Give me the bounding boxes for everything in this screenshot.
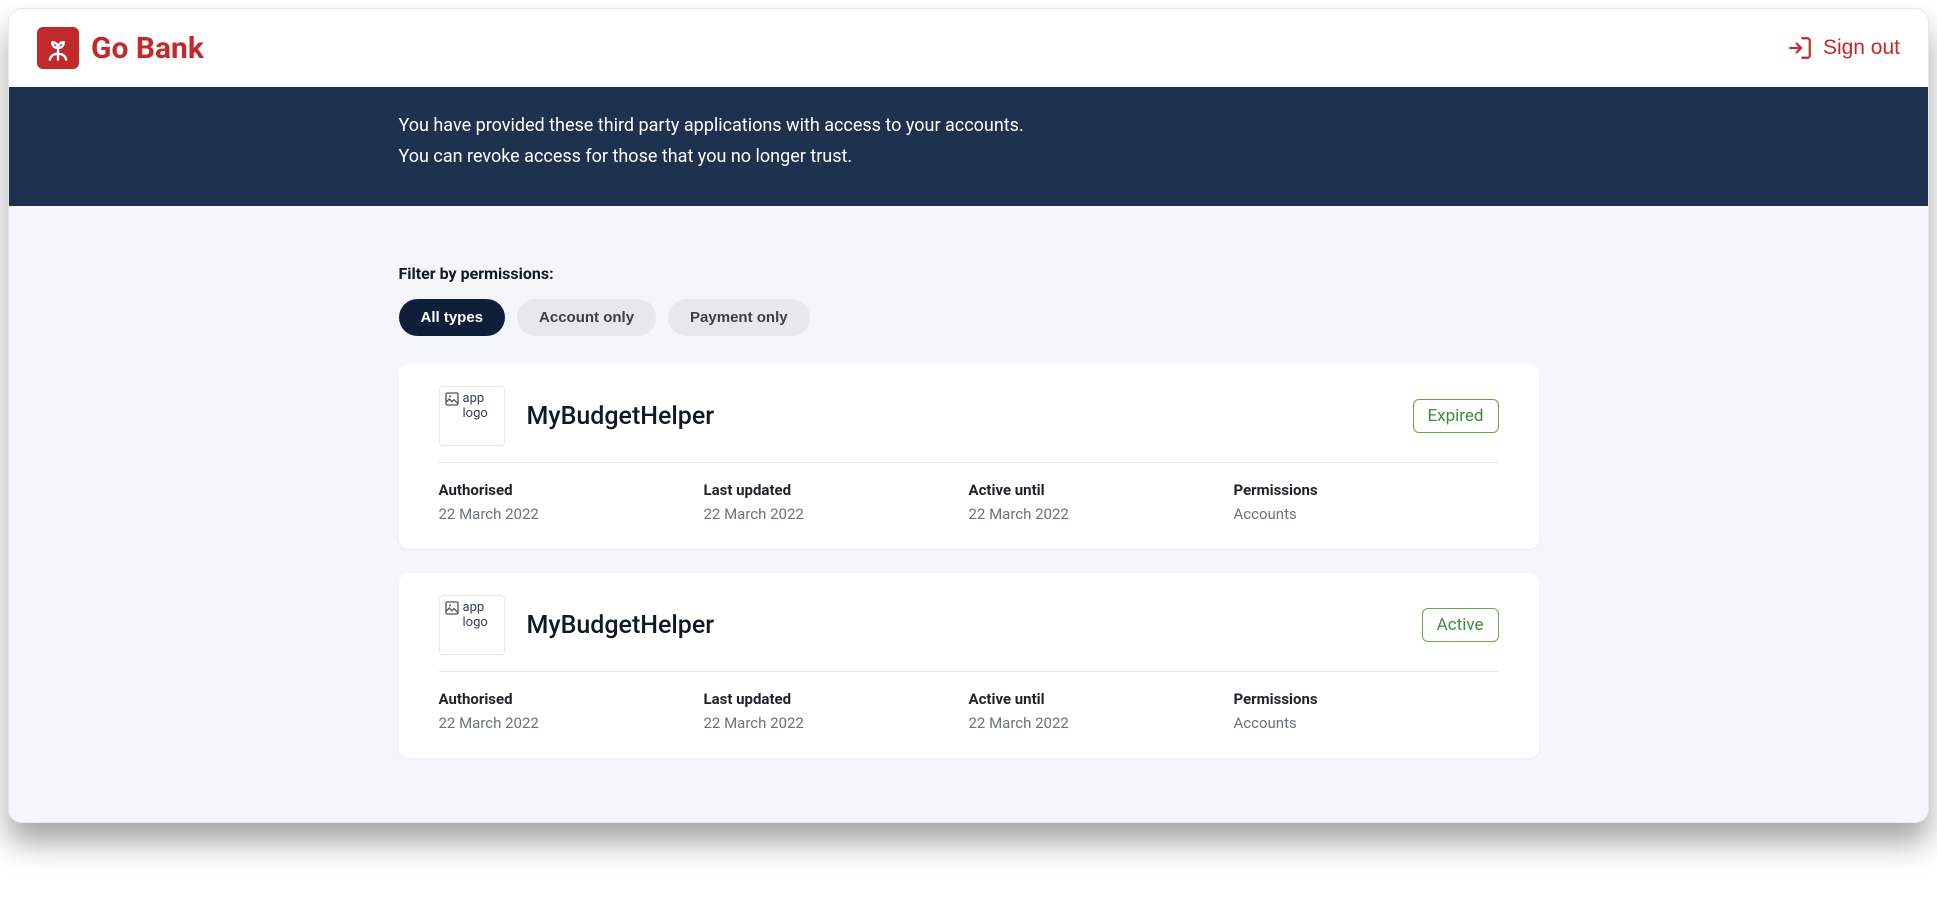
app-window: Go Bank Sign out You have provided these… <box>8 8 1929 823</box>
plant-icon <box>44 34 72 62</box>
filter-chip-payment-only[interactable]: Payment only <box>668 299 810 336</box>
filter-label: Filter by permissions: <box>399 264 1539 283</box>
field-value: 22 March 2022 <box>969 714 1234 732</box>
field-last-updated: Last updated 22 March 2022 <box>704 481 969 523</box>
field-active-until: Active until 22 March 2022 <box>969 481 1234 523</box>
field-authorised: Authorised 22 March 2022 <box>439 481 704 523</box>
field-authorised: Authorised 22 March 2022 <box>439 690 704 732</box>
banner-line-1: You have provided these third party appl… <box>399 111 1539 142</box>
filter-chip-account-only[interactable]: Account only <box>517 299 656 336</box>
app-name: MyBudgetHelper <box>527 611 715 640</box>
field-active-until: Active until 22 March 2022 <box>969 690 1234 732</box>
field-label: Active until <box>969 690 1234 708</box>
brand-logo-icon <box>37 27 79 69</box>
field-label: Permissions <box>1234 690 1499 708</box>
sign-out-icon <box>1787 35 1813 61</box>
field-label: Last updated <box>704 481 969 499</box>
filter-chips: All types Account only Payment only <box>399 299 1539 336</box>
field-value: Accounts <box>1234 714 1499 732</box>
field-label: Authorised <box>439 481 704 499</box>
field-value: 22 March 2022 <box>704 505 969 523</box>
field-label: Last updated <box>704 690 969 708</box>
field-value: 22 March 2022 <box>439 714 704 732</box>
status-badge: Expired <box>1413 399 1499 433</box>
field-label: Authorised <box>439 690 704 708</box>
app-name: MyBudgetHelper <box>527 402 715 431</box>
app-title-wrap: app logo MyBudgetHelper <box>439 386 715 446</box>
info-banner: You have provided these third party appl… <box>9 87 1928 206</box>
field-value: 22 March 2022 <box>969 505 1234 523</box>
field-permissions: Permissions Accounts <box>1234 690 1499 732</box>
status-badge: Active <box>1422 608 1499 642</box>
app-logo-placeholder: app logo <box>439 595 505 655</box>
brand[interactable]: Go Bank <box>37 27 204 69</box>
field-permissions: Permissions Accounts <box>1234 481 1499 523</box>
field-value: 22 March 2022 <box>439 505 704 523</box>
filter-chip-all-types[interactable]: All types <box>399 299 506 336</box>
app-title-wrap: app logo MyBudgetHelper <box>439 595 715 655</box>
content-area: Filter by permissions: All types Account… <box>9 206 1928 822</box>
top-bar: Go Bank Sign out <box>9 9 1928 87</box>
app-card-body: Authorised 22 March 2022 Last updated 22… <box>439 463 1499 523</box>
brand-name: Go Bank <box>91 31 204 66</box>
sign-out-label: Sign out <box>1823 36 1900 60</box>
app-card[interactable]: app logo MyBudgetHelper Expired Authoris… <box>399 364 1539 549</box>
field-last-updated: Last updated 22 March 2022 <box>704 690 969 732</box>
app-logo-alt-text: app logo <box>463 600 500 630</box>
field-label: Permissions <box>1234 481 1499 499</box>
app-card-header: app logo MyBudgetHelper Expired <box>439 386 1499 463</box>
banner-line-2: You can revoke access for those that you… <box>399 142 1539 173</box>
field-label: Active until <box>969 481 1234 499</box>
app-logo-placeholder: app logo <box>439 386 505 446</box>
app-card[interactable]: app logo MyBudgetHelper Active Authorise… <box>399 573 1539 758</box>
field-value: Accounts <box>1234 505 1499 523</box>
app-card-body: Authorised 22 March 2022 Last updated 22… <box>439 672 1499 732</box>
app-logo-alt-text: app logo <box>463 391 500 421</box>
broken-image-icon <box>444 600 460 616</box>
field-value: 22 March 2022 <box>704 714 969 732</box>
app-card-header: app logo MyBudgetHelper Active <box>439 595 1499 672</box>
sign-out-button[interactable]: Sign out <box>1787 35 1900 61</box>
broken-image-icon <box>444 391 460 407</box>
